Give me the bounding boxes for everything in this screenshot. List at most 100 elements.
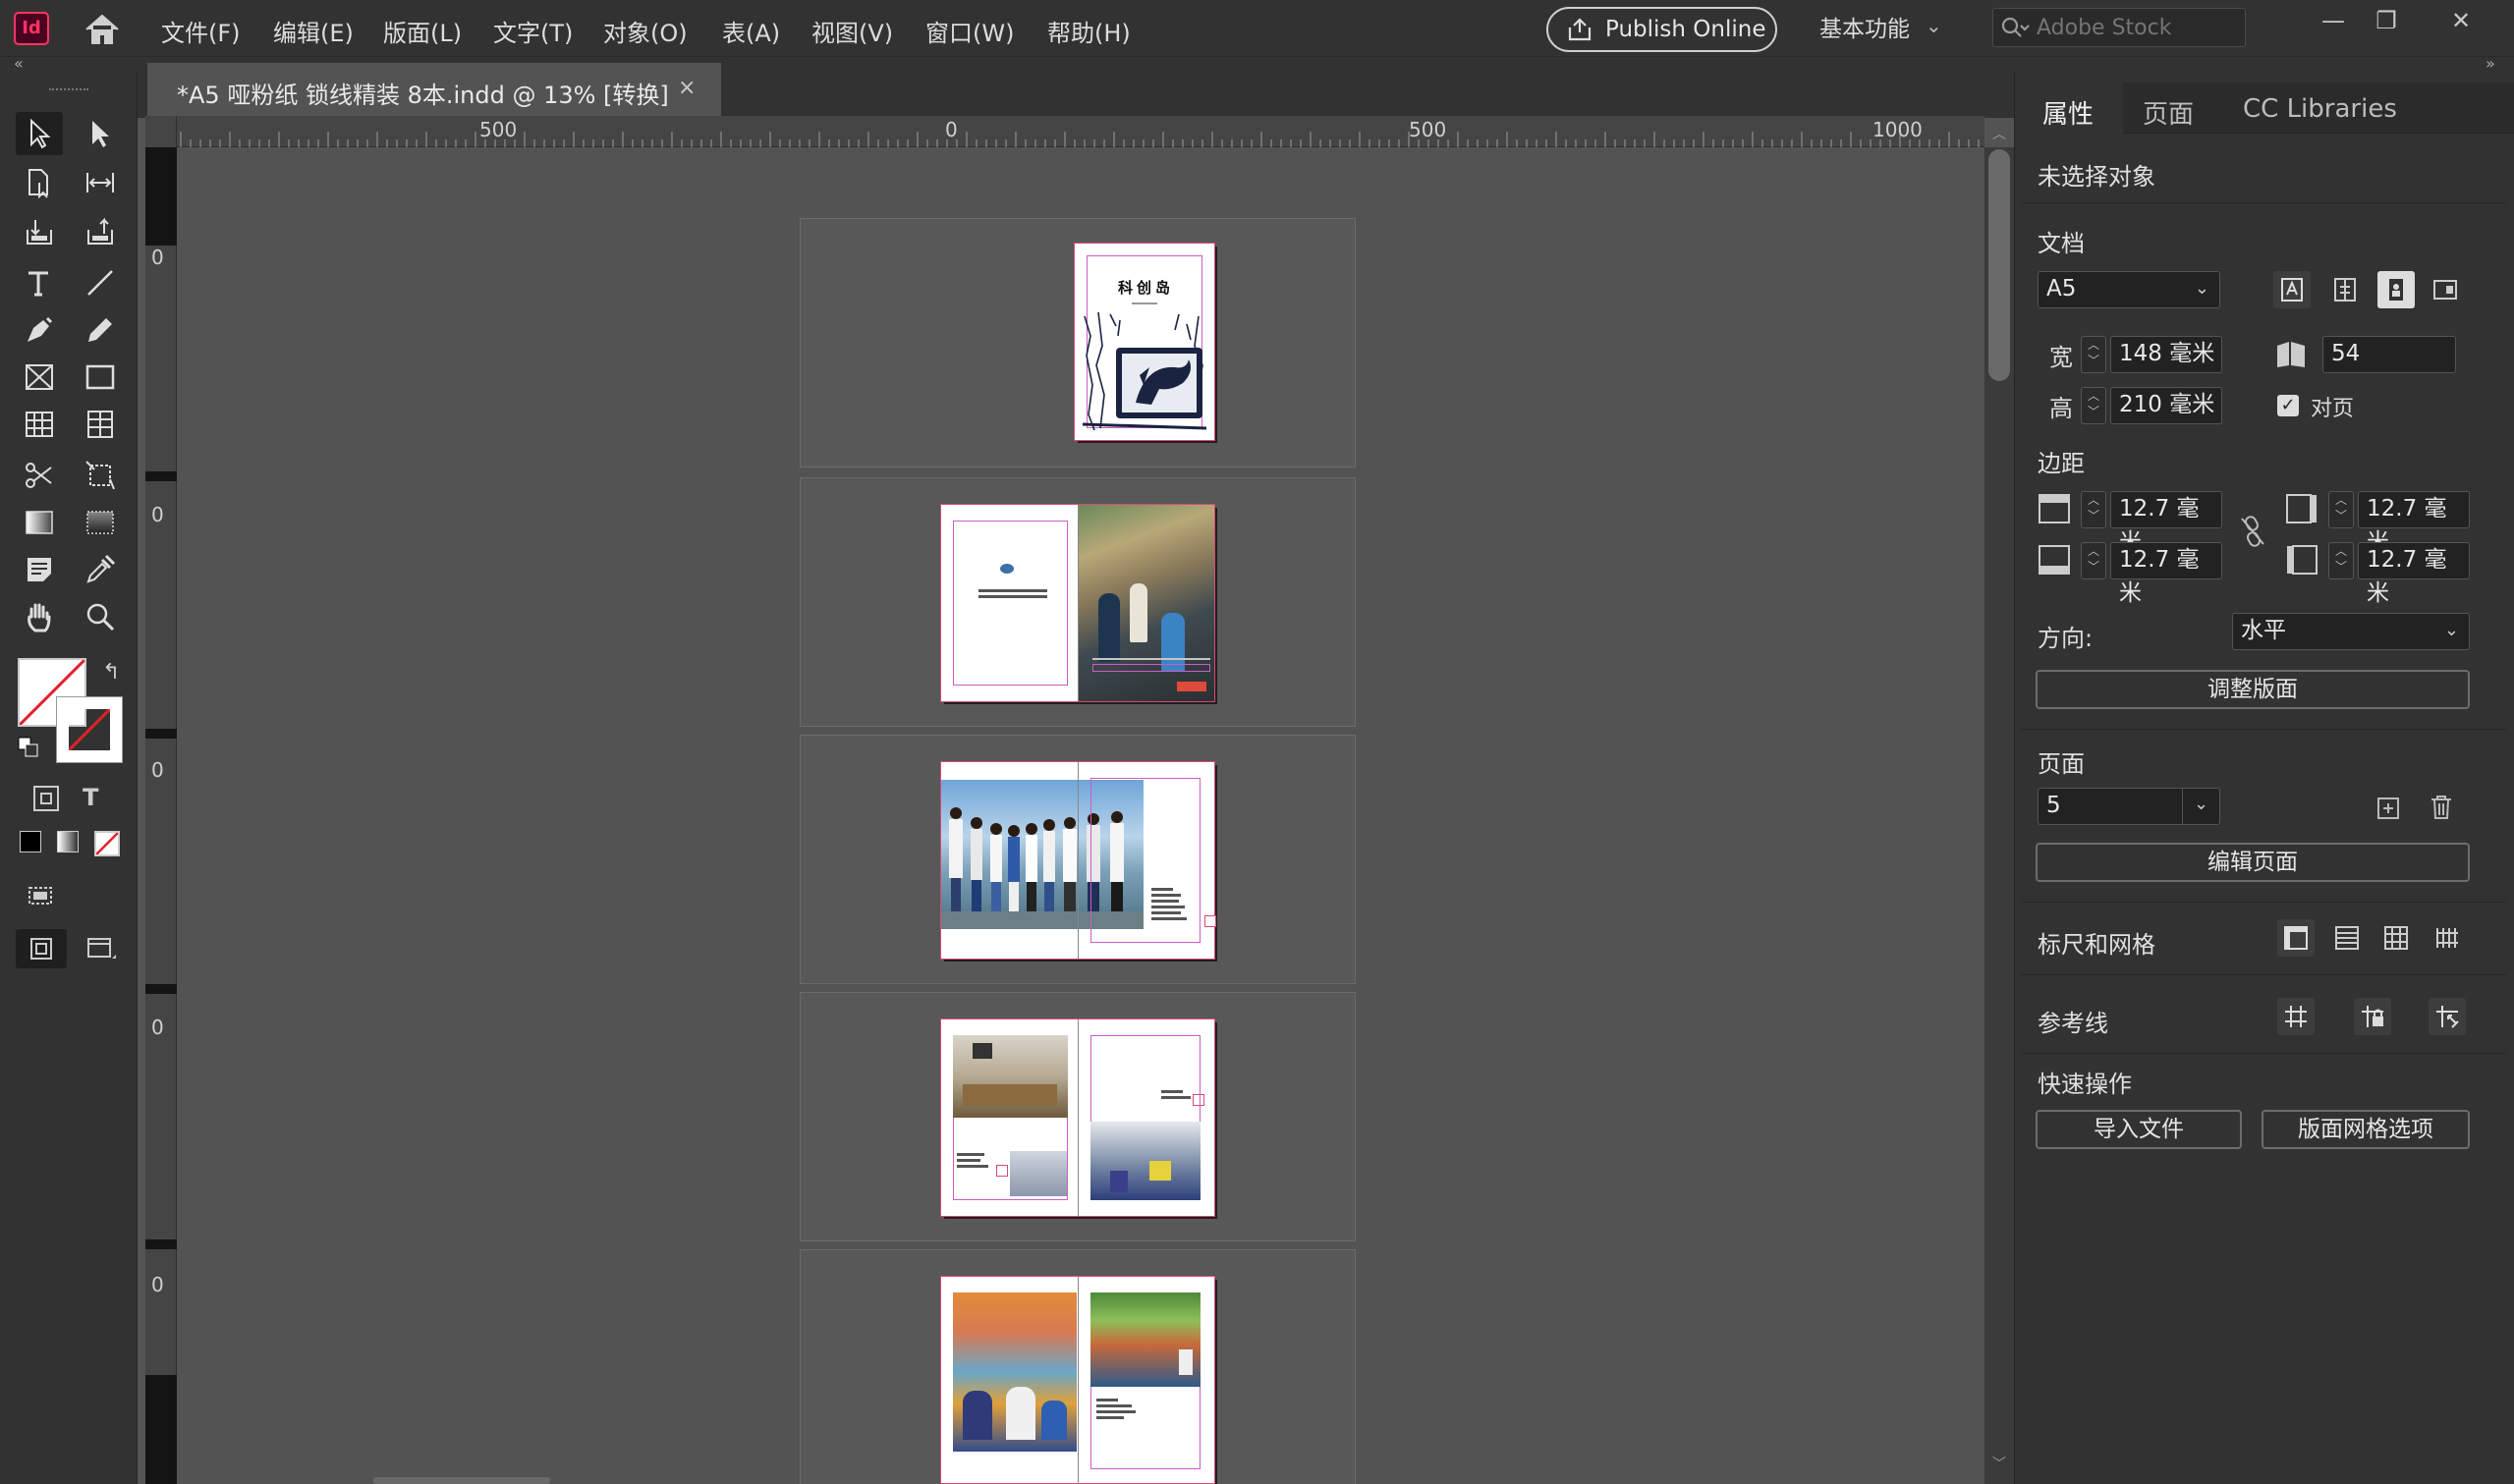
- swap-fill-stroke-icon[interactable]: ↰: [102, 660, 120, 685]
- margin-bottom-field[interactable]: 12.7 毫米: [2110, 542, 2222, 606]
- menu-table[interactable]: 表(A): [722, 14, 780, 48]
- tab-cc-libraries[interactable]: CC Libraries: [2243, 94, 2397, 124]
- menu-file[interactable]: 文件(F): [161, 14, 241, 48]
- gradient-feather-tool[interactable]: [77, 501, 124, 544]
- scissors-tool[interactable]: [16, 454, 63, 497]
- portrait-orientation-icon[interactable]: [2377, 271, 2415, 308]
- workspace-switcher[interactable]: 基本功能: [1819, 10, 1910, 43]
- baseline-grid-icon[interactable]: [2328, 919, 2366, 957]
- normal-view-mode-button[interactable]: [16, 929, 67, 968]
- margin-outside-stepper[interactable]: ︿ ﹀: [2328, 542, 2354, 579]
- apply-color-icon[interactable]: [20, 831, 41, 852]
- gradient-swatch-tool[interactable]: [16, 501, 63, 544]
- collapse-right-icon[interactable]: »: [2486, 54, 2495, 73]
- document-preset-select[interactable]: A5 ⌄: [2038, 271, 2220, 308]
- tab-properties[interactable]: 属性: [2042, 94, 2094, 131]
- stroke-swatch[interactable]: [57, 697, 122, 762]
- width-field[interactable]: 148 毫米: [2110, 336, 2222, 373]
- page-tool[interactable]: [16, 161, 63, 204]
- pen-tool[interactable]: [16, 308, 63, 352]
- spread-5-pages[interactable]: [940, 1276, 1215, 1484]
- free-transform-tool[interactable]: [77, 454, 124, 497]
- document-canvas[interactable]: 科创岛: [177, 147, 1984, 1484]
- orientation-select[interactable]: 水平 ⌄: [2232, 613, 2470, 650]
- tab-pages[interactable]: 页面: [2143, 94, 2194, 131]
- scroll-down-icon[interactable]: ﹀: [1992, 1454, 2006, 1473]
- default-fill-stroke-icon[interactable]: [18, 737, 39, 758]
- home-icon[interactable]: [83, 12, 122, 47]
- rulers-icon[interactable]: [2277, 919, 2315, 957]
- search-input[interactable]: [2037, 15, 2233, 40]
- horizontal-scroll-thumb[interactable]: [373, 1477, 550, 1484]
- spread-3-pages[interactable]: [940, 761, 1216, 960]
- margin-inside-field[interactable]: 12.7 毫米: [2358, 491, 2470, 555]
- vertical-scroll-thumb[interactable]: [1988, 149, 2010, 381]
- rectangle-tool[interactable]: [77, 356, 124, 399]
- margin-top-field[interactable]: 12.7 毫米: [2110, 491, 2222, 555]
- document-grid-icon[interactable]: [2377, 919, 2415, 957]
- horizontal-ruler[interactable]: 500 0 500 1000: [145, 116, 1984, 147]
- facing-pages-checkbox[interactable]: ✓: [2277, 395, 2299, 416]
- pages-count-field[interactable]: 54: [2322, 336, 2456, 373]
- zoom-tool[interactable]: [77, 595, 124, 638]
- toolbar-grip[interactable]: [49, 88, 88, 92]
- vertical-ruler[interactable]: 0 0 0 0 0: [145, 147, 177, 1484]
- adobe-stock-search[interactable]: [1992, 8, 2246, 47]
- restore-button[interactable]: ❐: [2362, 4, 2411, 37]
- layout-grid-icon[interactable]: [2429, 919, 2466, 957]
- layout-grid-options-button[interactable]: 版面网格选项: [2262, 1110, 2470, 1149]
- content-collector-tool[interactable]: [16, 210, 63, 253]
- margin-top-stepper[interactable]: ︿ ﹀: [2081, 491, 2106, 528]
- menu-help[interactable]: 帮助(H): [1047, 14, 1131, 48]
- page-select[interactable]: 5 ⌄: [2038, 788, 2220, 825]
- note-tool[interactable]: [16, 548, 63, 591]
- apply-none-icon[interactable]: [94, 831, 120, 856]
- lock-guides-icon[interactable]: [2354, 998, 2391, 1035]
- import-file-button[interactable]: 导入文件: [2036, 1110, 2242, 1149]
- smart-guides-icon[interactable]: [2429, 998, 2466, 1035]
- overset-text-icon[interactable]: [996, 1165, 1008, 1177]
- adjust-layout-button[interactable]: 调整版面: [2036, 670, 2470, 709]
- edit-page-button[interactable]: 编辑页面: [2036, 843, 2470, 882]
- menu-type[interactable]: 文字(T): [493, 14, 573, 48]
- collapse-left-icon[interactable]: «: [14, 54, 24, 73]
- close-window-button[interactable]: ✕: [2436, 4, 2486, 37]
- hand-tool[interactable]: [16, 595, 63, 638]
- rectangle-frame-tool[interactable]: [16, 356, 63, 399]
- line-tool[interactable]: [77, 261, 124, 304]
- height-stepper[interactable]: ︿ ﹀: [2081, 387, 2106, 424]
- menu-window[interactable]: 窗口(W): [925, 14, 1014, 48]
- scroll-up-icon[interactable]: ︿: [1992, 124, 2006, 143]
- link-margins-icon[interactable]: [2238, 515, 2267, 548]
- menu-view[interactable]: 视图(V): [811, 14, 893, 48]
- pencil-tool[interactable]: [77, 308, 124, 352]
- margin-bottom-stepper[interactable]: ︿ ﹀: [2081, 542, 2106, 579]
- menu-layout[interactable]: 版面(L): [383, 14, 462, 48]
- eyedropper-tool[interactable]: [77, 548, 124, 591]
- ruler-origin[interactable]: [145, 116, 177, 147]
- spread-2-pages[interactable]: [940, 504, 1215, 702]
- apply-gradient-icon[interactable]: [57, 831, 79, 852]
- delete-page-icon[interactable]: [2429, 794, 2454, 821]
- margin-outside-field[interactable]: 12.7 毫米: [2358, 542, 2470, 606]
- menu-edit[interactable]: 编辑(E): [273, 14, 354, 48]
- add-page-icon[interactable]: [2375, 796, 2401, 821]
- width-stepper[interactable]: ︿ ﹀: [2081, 336, 2106, 373]
- formatting-text-icon[interactable]: T: [83, 784, 98, 811]
- horizontal-grid-tool[interactable]: [16, 403, 63, 446]
- overset-text-icon[interactable]: [1204, 915, 1216, 927]
- formatting-container-icon[interactable]: [33, 786, 59, 811]
- margin-inside-stepper[interactable]: ︿ ﹀: [2328, 491, 2354, 528]
- type-tool[interactable]: [16, 261, 63, 304]
- content-placer-tool[interactable]: [77, 210, 124, 253]
- landscape-orientation-icon[interactable]: [2427, 271, 2464, 308]
- gap-tool[interactable]: [77, 161, 124, 204]
- direct-selection-tool[interactable]: [77, 112, 124, 155]
- chevron-down-icon[interactable]: ⌄: [1926, 14, 1942, 37]
- show-guides-icon[interactable]: [2277, 998, 2315, 1035]
- intent-print-icon[interactable]: [2273, 271, 2311, 308]
- minimize-button[interactable]: —: [2309, 4, 2358, 37]
- close-tab-icon[interactable]: ×: [678, 76, 696, 100]
- height-field[interactable]: 210 毫米: [2110, 387, 2222, 424]
- spread-4-pages[interactable]: [940, 1018, 1215, 1217]
